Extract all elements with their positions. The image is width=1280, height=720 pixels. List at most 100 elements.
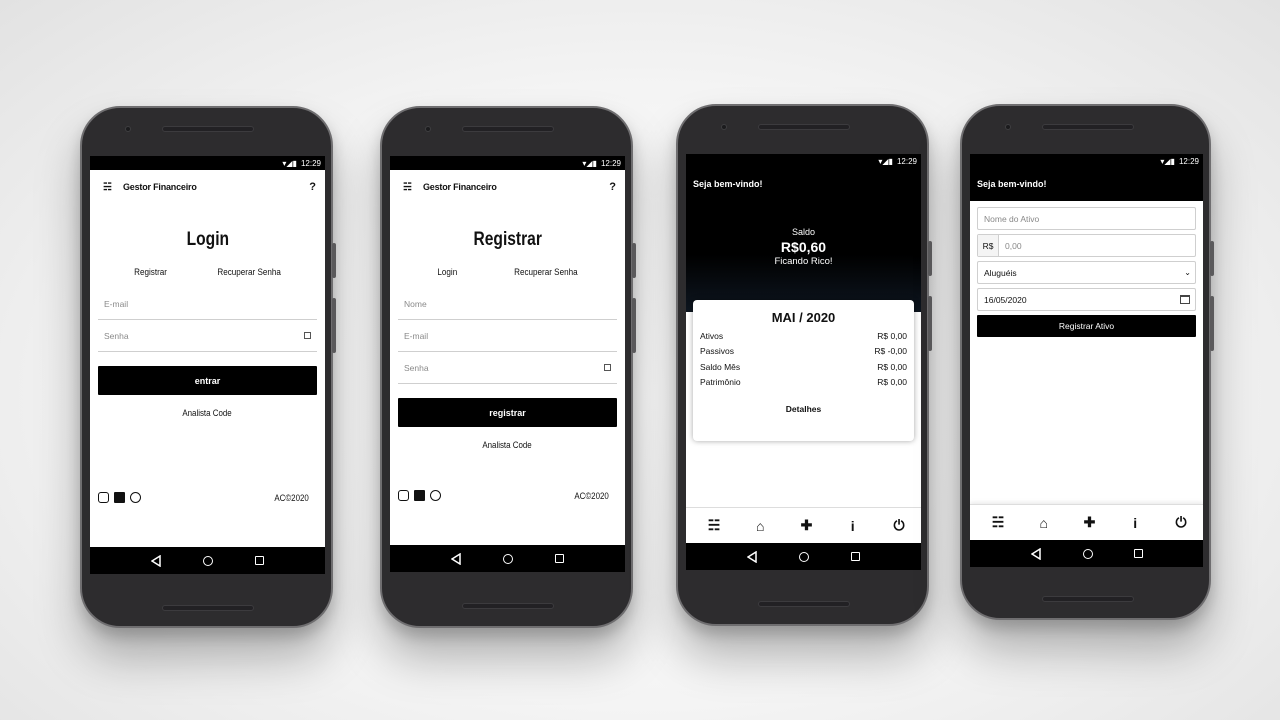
- row-value: R$ -0,00: [874, 346, 907, 356]
- asset-name-placeholder: Nome do Ativo: [984, 213, 1040, 224]
- email-placeholder: E-mail: [404, 330, 429, 341]
- menu-icon[interactable]: ☵: [704, 517, 724, 534]
- github-icon[interactable]: [430, 490, 441, 501]
- recents-icon[interactable]: [851, 552, 861, 561]
- month-title: MAI / 2020: [771, 310, 836, 325]
- show-password-icon[interactable]: [304, 332, 311, 339]
- phone-login: ▾◢▮ 12:29 ☵ Gestor Financeiro ? Login Re…: [80, 106, 336, 628]
- info-icon[interactable]: i: [843, 518, 863, 534]
- summary-row: Saldo Mês R$ 0,00: [700, 362, 907, 372]
- password-field[interactable]: Senha: [398, 352, 617, 384]
- status-time: 12:29: [1178, 156, 1199, 166]
- login-link[interactable]: Login: [437, 267, 457, 277]
- top-speaker: [462, 126, 554, 132]
- back-icon[interactable]: [1030, 547, 1042, 560]
- screen-form: ▾◢▮ 12:29 Seja bem-vindo! Nome do Ativo …: [970, 154, 1203, 567]
- balance-block: Saldo R$0,60 Ficando Rico!: [686, 227, 921, 267]
- menu-icon[interactable]: ☵: [103, 182, 123, 193]
- bottom-tabbar: ☵ ⌂ ✚ i ⏻: [970, 504, 1203, 540]
- register-asset-button[interactable]: Registrar Ativo: [977, 315, 1196, 337]
- auth-links: Login Recuperar Senha: [409, 267, 606, 277]
- power-side-button: [332, 243, 336, 278]
- summary-row: Passivos R$ -0,00: [700, 346, 907, 356]
- home-icon[interactable]: ⌂: [750, 518, 770, 534]
- android-navbar: [90, 547, 325, 574]
- power-icon[interactable]: ⏻: [1171, 514, 1191, 531]
- help-icon[interactable]: ?: [609, 181, 616, 193]
- date-input[interactable]: 16/05/2020: [977, 288, 1196, 311]
- credit-link[interactable]: Analista Code: [183, 408, 232, 418]
- copyright: AC©2020: [574, 490, 609, 501]
- email-field[interactable]: E-mail: [398, 320, 617, 352]
- help-icon[interactable]: ?: [309, 181, 316, 193]
- home-nav-icon[interactable]: [799, 551, 810, 562]
- balance-subtitle: Ficando Rico!: [774, 256, 833, 267]
- back-icon[interactable]: [150, 554, 162, 567]
- register-body: Registrar Login Recuperar Senha Nome E-m…: [390, 204, 625, 545]
- row-value: R$ 0,00: [877, 361, 907, 372]
- home-nav-icon[interactable]: [1082, 548, 1093, 559]
- home-nav-icon[interactable]: [503, 553, 514, 564]
- plus-icon[interactable]: ✚: [1080, 514, 1100, 531]
- signal-battery-icon: ▾◢▮: [878, 156, 893, 166]
- home-nav-icon[interactable]: [203, 555, 214, 566]
- signal-battery-icon: ▾◢▮: [1160, 156, 1175, 166]
- copyright: AC©2020: [274, 492, 309, 503]
- welcome-text: Seja bem-vindo!: [693, 179, 763, 189]
- menu-icon[interactable]: ☵: [403, 182, 423, 193]
- asset-name-input[interactable]: Nome do Ativo: [977, 207, 1196, 230]
- name-field[interactable]: Nome: [398, 288, 617, 320]
- app-header: ☵ Gestor Financeiro ?: [390, 170, 625, 204]
- page-title: Login: [186, 229, 229, 250]
- login-button[interactable]: entrar: [98, 366, 317, 395]
- back-icon[interactable]: [450, 552, 462, 565]
- plus-icon[interactable]: ✚: [797, 517, 817, 534]
- password-placeholder: Senha: [104, 330, 129, 341]
- row-label: Saldo Mês: [700, 361, 741, 372]
- row-value: R$ 0,00: [877, 377, 907, 387]
- menu-icon[interactable]: ☵: [988, 514, 1008, 531]
- auth-links: Registrar Recuperar Senha: [109, 267, 306, 277]
- month-summary-card: MAI / 2020 Ativos R$ 0,00 Passivos R$ -0…: [693, 300, 914, 441]
- phone-dashboard: ▾◢▮ 12:29 Seja bem-vindo! Saldo R$0,60 F…: [676, 104, 932, 626]
- details-button[interactable]: Detalhes: [700, 404, 907, 414]
- volume-side-button: [1210, 296, 1214, 351]
- recents-icon[interactable]: [1133, 549, 1143, 558]
- credit-link[interactable]: Analista Code: [483, 440, 532, 450]
- bottom-speaker: [162, 605, 254, 611]
- balance-label: Saldo: [791, 227, 816, 237]
- password-field[interactable]: Senha: [98, 320, 317, 352]
- linkedin-icon[interactable]: [414, 490, 425, 501]
- front-camera: [721, 124, 727, 130]
- footer: AC©2020: [398, 490, 611, 501]
- power-side-button: [928, 241, 932, 276]
- amount-input[interactable]: R$ 0,00: [977, 234, 1196, 257]
- row-label: Patrimônio: [700, 377, 741, 387]
- welcome-text: Seja bem-vindo!: [977, 179, 1047, 189]
- bottom-speaker: [462, 603, 554, 609]
- category-select[interactable]: Aluguéis ⌄: [977, 261, 1196, 284]
- android-navbar: [970, 540, 1203, 567]
- power-icon[interactable]: ⏻: [889, 517, 909, 534]
- recents-icon[interactable]: [255, 556, 265, 565]
- email-field[interactable]: E-mail: [98, 288, 317, 320]
- instagram-icon[interactable]: [398, 490, 409, 501]
- phone-register: ▾◢▮ 12:29 ☵ Gestor Financeiro ? Registra…: [380, 106, 636, 628]
- recover-password-link[interactable]: Recuperar Senha: [217, 267, 280, 277]
- calendar-icon[interactable]: [1180, 295, 1190, 304]
- volume-side-button: [332, 298, 336, 353]
- back-icon[interactable]: [746, 550, 758, 563]
- instagram-icon[interactable]: [98, 492, 109, 503]
- github-icon[interactable]: [130, 492, 141, 503]
- register-link[interactable]: Registrar: [134, 267, 167, 277]
- home-icon[interactable]: ⌂: [1034, 515, 1054, 531]
- login-body: Login Registrar Recuperar Senha E-mail S…: [90, 204, 325, 547]
- top-speaker: [758, 124, 850, 130]
- linkedin-icon[interactable]: [114, 492, 125, 503]
- info-icon[interactable]: i: [1125, 515, 1145, 531]
- recents-icon[interactable]: [555, 554, 565, 563]
- show-password-icon[interactable]: [604, 364, 611, 371]
- recover-password-link[interactable]: Recuperar Senha: [514, 267, 577, 277]
- app-title: Gestor Financeiro: [423, 182, 497, 192]
- register-button[interactable]: registrar: [398, 398, 617, 427]
